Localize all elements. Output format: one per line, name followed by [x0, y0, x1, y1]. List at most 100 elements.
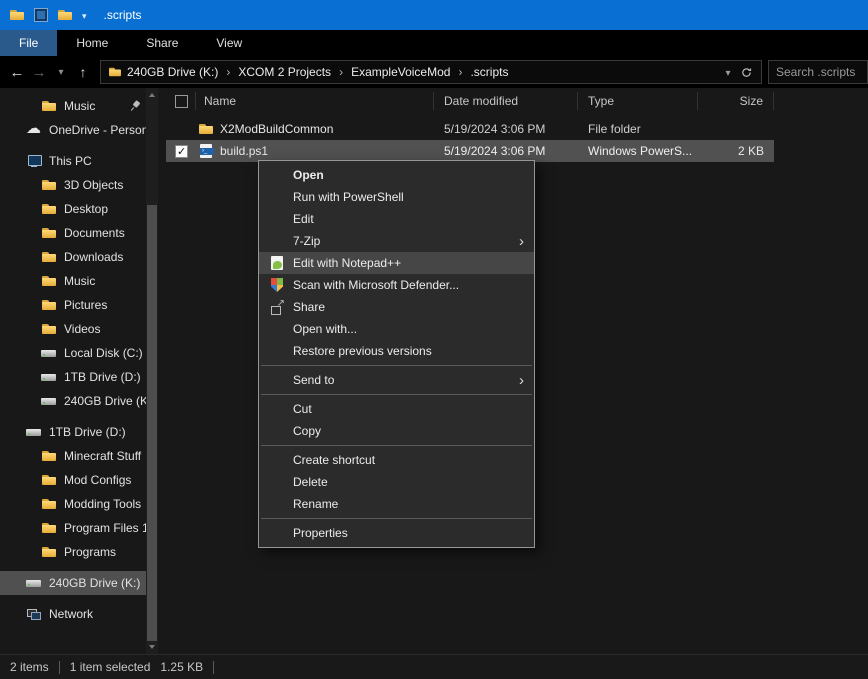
context-menu-item-label: Copy: [293, 424, 322, 438]
scrollbar-thumb[interactable]: [147, 205, 157, 641]
context-menu-item[interactable]: Edit with Notepad++: [259, 252, 534, 274]
context-menu-item[interactable]: Open: [259, 164, 534, 186]
history-dropdown-icon[interactable]: [50, 60, 72, 84]
breadcrumb-segment[interactable]: XCOM 2 Projects: [238, 65, 351, 79]
search-box: [768, 60, 868, 84]
select-all-checkbox[interactable]: [175, 94, 188, 108]
back-button[interactable]: [6, 60, 28, 84]
file-size: 2 KB: [737, 144, 764, 158]
sidebar-item[interactable]: Program Files 1TB: [0, 516, 146, 540]
sidebar-item-label: OneDrive - Person: [49, 123, 146, 137]
context-menu-item[interactable]: Scan with Microsoft Defender...: [259, 274, 534, 296]
column-header-name[interactable]: Name: [196, 92, 434, 110]
sidebar-item[interactable]: Documents: [0, 221, 146, 245]
sidebar-item[interactable]: Programs: [0, 540, 146, 564]
sidebar-item[interactable]: 1TB Drive (D:): [0, 420, 146, 444]
context-menu-item[interactable]: Share: [259, 296, 534, 318]
column-headers: Name Date modified Type Size: [166, 88, 774, 114]
sidebar-item[interactable]: OneDrive - Person: [0, 118, 146, 142]
column-header-size[interactable]: Size: [698, 92, 774, 110]
context-menu-item-label: Delete: [293, 475, 328, 489]
sidebar-item[interactable]: 3D Objects: [0, 173, 146, 197]
file-row[interactable]: X2ModBuildCommon 5/19/2024 3:06 PM File …: [166, 118, 774, 140]
context-menu-item[interactable]: Copy: [259, 420, 534, 442]
file-date-modified: 5/19/2024 3:06 PM: [444, 122, 546, 136]
address-box[interactable]: 240GB Drive (K:) XCOM 2 Projects Example…: [100, 60, 762, 84]
items-count: 2 items: [10, 660, 49, 674]
context-menu-item[interactable]: Rename: [259, 493, 534, 515]
sidebar-item[interactable]: Desktop: [0, 197, 146, 221]
context-menu-item[interactable]: Restore previous versions: [259, 340, 534, 362]
breadcrumb-segment[interactable]: .scripts: [470, 65, 508, 79]
context-menu-item[interactable]: Send to: [259, 369, 534, 391]
tab-file[interactable]: File: [0, 30, 58, 56]
select-all-cell: [166, 92, 196, 110]
sidebar-item-label: Documents: [64, 226, 125, 240]
sidebar-item[interactable]: Music: [0, 269, 146, 293]
sidebar-item[interactable]: Local Disk (C:): [0, 341, 146, 365]
folder-icon: [41, 225, 57, 241]
sidebar-item[interactable]: Downloads: [0, 245, 146, 269]
pc-icon: [26, 153, 42, 169]
breadcrumb-segment[interactable]: 240GB Drive (K:): [127, 65, 238, 79]
selection-size: 1.25 KB: [160, 660, 204, 674]
context-menu-item[interactable]: Create shortcut: [259, 449, 534, 471]
file-row[interactable]: build.ps1 5/19/2024 3:06 PM Windows Powe…: [166, 140, 774, 162]
forward-button[interactable]: [28, 60, 50, 84]
sidebar-item[interactable]: Videos: [0, 317, 146, 341]
context-menu-item[interactable]: 7-Zip: [259, 230, 534, 252]
context-menu-item[interactable]: Properties: [259, 522, 534, 544]
context-menu-item[interactable]: Delete: [259, 471, 534, 493]
context-menu-item-label: Run with PowerShell: [293, 190, 404, 204]
sidebar-item[interactable]: Pictures: [0, 293, 146, 317]
sidebar-item[interactable]: Music: [0, 94, 146, 118]
search-input[interactable]: [769, 65, 867, 79]
file-type: Windows PowerS...: [588, 144, 693, 158]
context-menu-separator: [261, 445, 532, 446]
drive-icon: [41, 345, 57, 361]
qat-dropdown-icon[interactable]: [82, 8, 87, 22]
properties-icon[interactable]: [34, 8, 48, 22]
breadcrumb-segment[interactable]: ExampleVoiceMod: [351, 65, 470, 79]
context-menu-item[interactable]: Cut: [259, 398, 534, 420]
sidebar-item[interactable]: Modding Tools: [0, 492, 146, 516]
tab-share[interactable]: Share: [127, 30, 197, 56]
sidebar-item[interactable]: Network: [0, 602, 146, 626]
address-dropdown-icon[interactable]: [719, 65, 737, 79]
tab-view[interactable]: View: [197, 30, 261, 56]
sidebar-item-label: 1TB Drive (D:): [49, 425, 126, 439]
drive-icon: [26, 424, 42, 440]
folder-icon: [41, 472, 57, 488]
context-menu-item-label: Open with...: [293, 322, 358, 336]
up-button[interactable]: [72, 60, 94, 84]
item-checkbox[interactable]: [175, 144, 188, 158]
context-menu-separator: [261, 518, 532, 519]
sidebar-scrollbar[interactable]: [146, 88, 158, 654]
selection-count: 1 item selected: [69, 660, 151, 674]
folder-icon: [41, 297, 57, 313]
cloud-icon: [26, 121, 42, 138]
context-menu-item[interactable]: Open with...: [259, 318, 534, 340]
new-folder-icon[interactable]: [57, 7, 73, 23]
column-header-date-modified[interactable]: Date modified: [434, 92, 578, 110]
tab-home[interactable]: Home: [57, 30, 127, 56]
sidebar-item[interactable]: Minecraft Stuff: [0, 444, 146, 468]
folder-icon: [41, 273, 57, 289]
sidebar-item[interactable]: Mod Configs: [0, 468, 146, 492]
ribbon-tabs: File Home Share View: [0, 30, 868, 56]
sidebar-item[interactable]: This PC: [0, 149, 146, 173]
sidebar-item-label: Program Files 1TB: [64, 521, 146, 535]
sidebar-item-label: Network: [49, 607, 94, 621]
refresh-icon[interactable]: [737, 67, 755, 78]
context-menu-item[interactable]: Run with PowerShell: [259, 186, 534, 208]
sidebar-item[interactable]: 240GB Drive (K:): [0, 571, 146, 595]
file-name: build.ps1: [220, 144, 269, 158]
column-header-type[interactable]: Type: [578, 92, 698, 110]
folder-icon: [198, 121, 214, 137]
context-menu-separator: [261, 365, 532, 366]
titlebar: .scripts: [0, 0, 868, 30]
context-menu-item[interactable]: Edit: [259, 208, 534, 230]
sidebar-item[interactable]: 240GB Drive (K:): [0, 389, 146, 413]
sidebar-item[interactable]: 1TB Drive (D:): [0, 365, 146, 389]
sidebar-item-label: Music: [64, 99, 96, 113]
